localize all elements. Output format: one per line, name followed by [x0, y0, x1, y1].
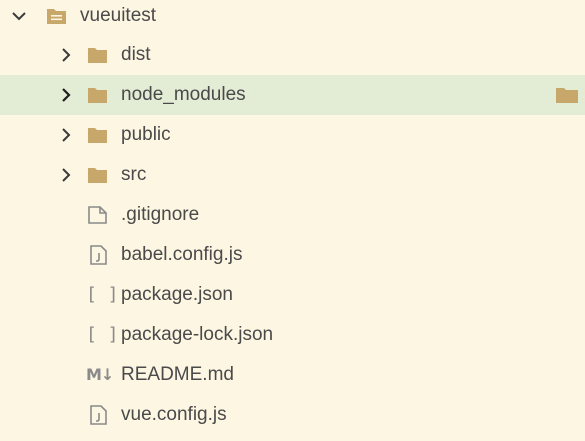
tree-item-label: package.json: [121, 284, 233, 305]
tree-item-readme[interactable]: M↓ README.md: [0, 355, 585, 395]
tree-item-label: src: [121, 164, 147, 185]
tree-item-gitignore[interactable]: .gitignore: [0, 195, 585, 235]
tree-item-package-lock-json[interactable]: [ ] package-lock.json: [0, 315, 585, 355]
tree-root-vueuitest[interactable]: vueuitest: [0, 0, 585, 36]
tree-item-package-json[interactable]: [ ] package.json: [0, 275, 585, 315]
folder-icon: [88, 128, 107, 143]
tree-item-label: vueuitest: [80, 5, 157, 26]
js-file-icon: [90, 405, 107, 425]
chevron-down-icon[interactable]: [11, 8, 27, 24]
json-file-icon: [ ]: [86, 324, 119, 345]
folder-icon: [88, 48, 107, 63]
markdown-file-icon: M↓: [86, 365, 114, 384]
folder-icon: [556, 88, 578, 103]
tree-item-node-modules[interactable]: node_modules: [0, 75, 585, 115]
tree-item-label: node_modules: [121, 84, 246, 105]
folder-open-icon: [47, 9, 66, 24]
js-file-icon: [90, 245, 107, 265]
chevron-right-icon[interactable]: [58, 127, 74, 143]
tree-item-babel-config[interactable]: babel.config.js: [0, 235, 585, 275]
tree-item-label: README.md: [121, 364, 234, 385]
tree-item-src[interactable]: src: [0, 155, 585, 195]
folder-icon: [88, 88, 107, 103]
chevron-right-icon[interactable]: [58, 47, 74, 63]
folder-icon: [88, 168, 107, 183]
tree-item-label: vue.config.js: [121, 404, 227, 425]
tree-item-vue-config[interactable]: vue.config.js: [0, 395, 585, 435]
chevron-right-icon[interactable]: [58, 167, 74, 183]
file-icon: [88, 206, 107, 224]
tree-item-public[interactable]: public: [0, 115, 585, 155]
tree-item-label: dist: [121, 44, 151, 65]
file-explorer-tree: vueuitest dist node_modules public src .…: [0, 0, 585, 441]
tree-item-label: babel.config.js: [121, 244, 243, 265]
tree-item-label: package-lock.json: [121, 324, 274, 345]
tree-item-label: public: [121, 124, 171, 145]
chevron-right-icon[interactable]: [58, 87, 74, 103]
tree-item-label: .gitignore: [121, 204, 200, 225]
tree-item-dist[interactable]: dist: [0, 35, 585, 75]
json-file-icon: [ ]: [86, 284, 119, 305]
